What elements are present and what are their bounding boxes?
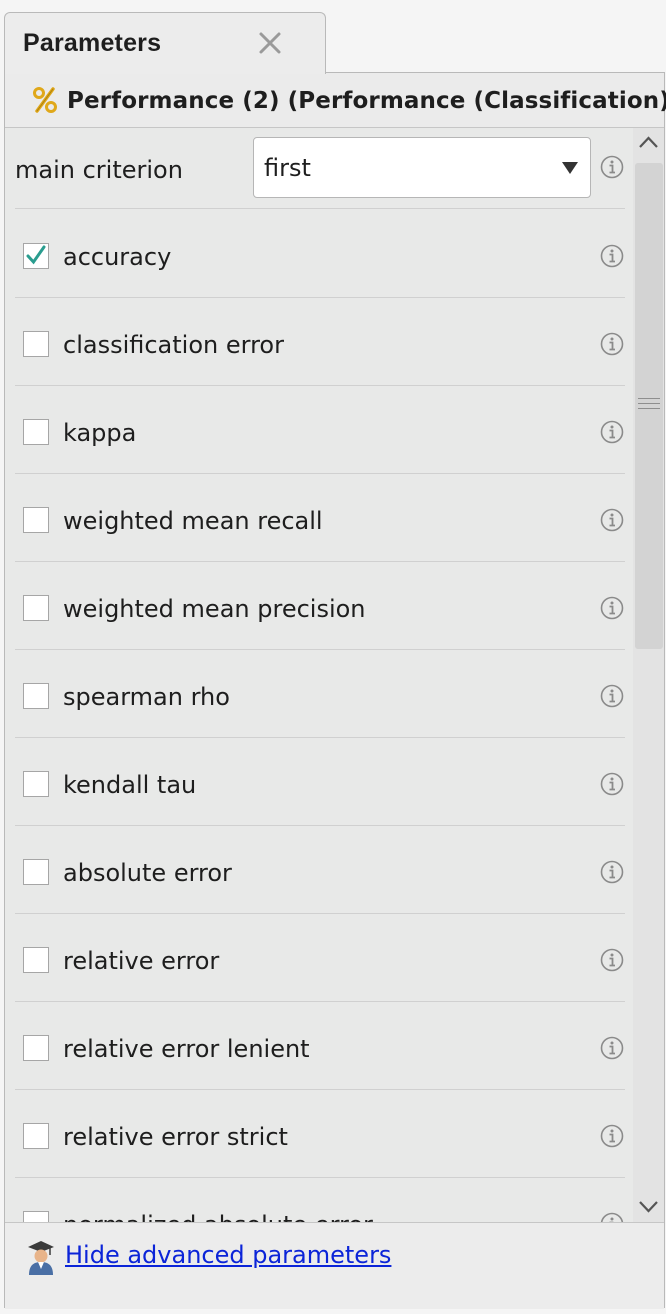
parameter-label: accuracy xyxy=(63,243,172,271)
parameter-row: kendall tau xyxy=(15,737,625,826)
info-icon[interactable] xyxy=(600,1036,624,1060)
parameter-row: kappa xyxy=(15,385,625,474)
info-icon[interactable] xyxy=(600,1212,624,1222)
operator-header: Performance (2) (Performance (Classifica… xyxy=(5,73,666,128)
main-criterion-value: first xyxy=(264,154,311,182)
parameter-row: absolute error xyxy=(15,825,625,914)
parameter-label: weighted mean recall xyxy=(63,507,323,535)
parameter-list[interactable]: main criterion first accuracy classificat… xyxy=(5,128,633,1222)
parameter-row: spearman rho xyxy=(15,649,625,738)
info-icon[interactable] xyxy=(600,860,624,884)
checkmark-icon xyxy=(26,245,46,265)
checkbox[interactable] xyxy=(23,419,49,445)
checkbox[interactable] xyxy=(23,859,49,885)
info-icon[interactable] xyxy=(600,332,624,356)
operator-title: Performance (2) (Performance (Classifica… xyxy=(67,88,666,114)
parameter-label: absolute error xyxy=(63,859,232,887)
checkbox[interactable] xyxy=(23,507,49,533)
hide-advanced-parameters-link[interactable]: Hide advanced parameters xyxy=(65,1241,391,1269)
info-icon[interactable] xyxy=(600,948,624,972)
parameter-label: relative error xyxy=(63,947,220,975)
close-icon[interactable] xyxy=(257,30,283,56)
chevron-up-icon[interactable] xyxy=(633,128,664,158)
parameter-row: relative error lenient xyxy=(15,1001,625,1090)
parameter-row: relative error xyxy=(15,913,625,1002)
checkbox[interactable] xyxy=(23,771,49,797)
parameter-label: kendall tau xyxy=(63,771,197,799)
parameter-row: classification error xyxy=(15,297,625,386)
parameter-label: spearman rho xyxy=(63,683,230,711)
parameters-panel: Performance (2) (Performance (Classifica… xyxy=(4,72,666,1309)
checkbox[interactable] xyxy=(23,947,49,973)
info-icon[interactable] xyxy=(600,244,624,268)
checkbox[interactable] xyxy=(23,1123,49,1149)
expert-user-icon xyxy=(25,1239,57,1275)
checkbox[interactable] xyxy=(23,595,49,621)
main-criterion-label: main criterion xyxy=(15,156,183,184)
dropdown-arrow-icon xyxy=(562,162,578,174)
info-icon[interactable] xyxy=(600,772,624,796)
vertical-scrollbar[interactable] xyxy=(633,128,664,1222)
parameter-label: relative error strict xyxy=(63,1123,288,1151)
checkbox[interactable] xyxy=(23,683,49,709)
chevron-down-icon[interactable] xyxy=(633,1191,664,1221)
parameters-tab[interactable]: Parameters xyxy=(4,12,326,74)
parameter-label: classification error xyxy=(63,331,284,359)
main-criterion-row: main criterion first xyxy=(15,128,625,209)
parameter-label: relative error lenient xyxy=(63,1035,310,1063)
parameter-row: relative error strict xyxy=(15,1089,625,1178)
parameter-label: kappa xyxy=(63,419,137,447)
parameter-label: weighted mean precision xyxy=(63,595,366,623)
performance-icon xyxy=(31,86,59,114)
info-icon[interactable] xyxy=(600,1124,624,1148)
footer: Hide advanced parameters xyxy=(5,1222,664,1309)
info-icon[interactable] xyxy=(600,596,624,620)
info-icon[interactable] xyxy=(600,508,624,532)
checkbox[interactable] xyxy=(23,1035,49,1061)
main-criterion-select[interactable]: first xyxy=(253,137,591,198)
info-icon[interactable] xyxy=(600,420,624,444)
checkbox[interactable] xyxy=(23,243,49,269)
scrollbar-thumb[interactable] xyxy=(635,163,663,649)
parameter-row: weighted mean recall xyxy=(15,473,625,562)
info-icon[interactable] xyxy=(600,155,624,179)
parameter-label: normalized absolute error xyxy=(63,1211,373,1222)
checkbox[interactable] xyxy=(23,1211,49,1222)
info-icon[interactable] xyxy=(600,684,624,708)
parameter-row: weighted mean precision xyxy=(15,561,625,650)
parameter-row: accuracy xyxy=(15,209,625,298)
tab-title: Parameters xyxy=(23,29,162,57)
parameter-row: normalized absolute error xyxy=(15,1177,625,1222)
checkbox[interactable] xyxy=(23,331,49,357)
